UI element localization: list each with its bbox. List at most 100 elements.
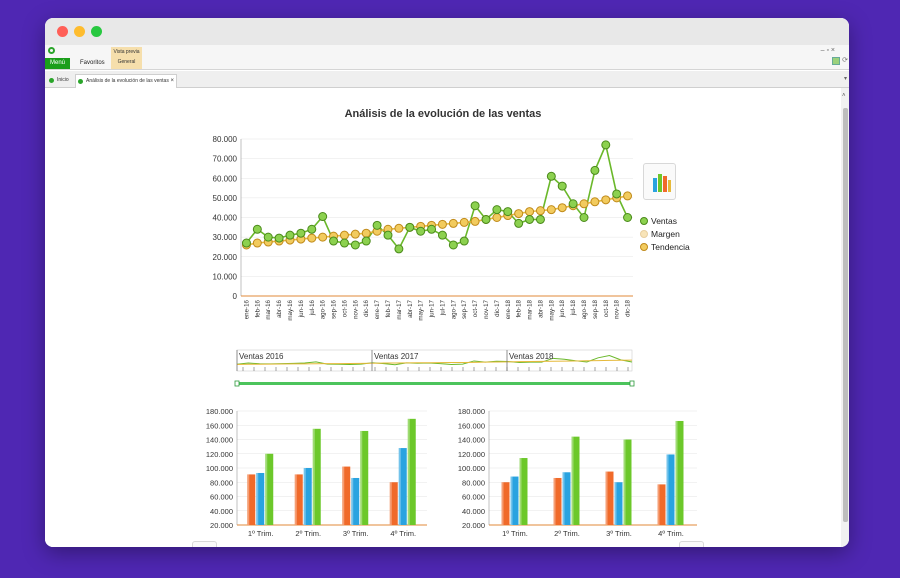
bar-highlight <box>675 420 678 525</box>
vertical-scrollbar[interactable]: ˄ <box>841 88 849 547</box>
category-label: 1º Trim. <box>248 529 274 538</box>
x-tick-label: oct-17 <box>472 299 479 317</box>
x-tick-label: nov-16 <box>352 299 359 318</box>
data-point-ventas <box>459 236 469 246</box>
close-window-button[interactable] <box>57 26 68 37</box>
vista-previa-tab[interactable]: Vista previa General <box>111 47 142 69</box>
y-tick-label: 180.000 <box>458 407 485 416</box>
bar-highlight <box>265 453 268 525</box>
minimize-window-button[interactable] <box>74 26 85 37</box>
navigator-label: Ventas 2017 <box>374 352 419 361</box>
tab-inicio[interactable]: Inicio <box>47 74 74 88</box>
bar-highlight <box>605 471 608 525</box>
document-tabs: Inicio Análisis de la evolución de las v… <box>45 71 849 88</box>
close-icon[interactable]: × <box>170 75 174 88</box>
y-tick-label: 160.000 <box>458 421 485 430</box>
y-tick-label: 120.000 <box>206 450 233 459</box>
maximize-window-button[interactable] <box>91 26 102 37</box>
data-point-ventas <box>350 240 360 250</box>
data-point-ventas <box>437 230 447 240</box>
data-point-margen <box>318 232 328 242</box>
bar-highlight <box>360 430 363 525</box>
data-point-ventas <box>307 224 317 234</box>
y-tick-label: 50.000 <box>213 194 238 203</box>
report-content: Análisis de la evolución de las ventas 0… <box>45 88 841 547</box>
x-tick-label: ene-17 <box>374 299 381 319</box>
data-point-margen <box>525 207 535 217</box>
tab-analisis[interactable]: Análisis de la evolución de las ventas × <box>75 74 177 88</box>
category-label: 2º Trim. <box>554 529 580 538</box>
y-tick-label: 140.000 <box>458 436 485 445</box>
x-tick-label: feb-16 <box>254 299 261 317</box>
chart-settings-button[interactable] <box>643 163 676 200</box>
x-tick-label: mar-18 <box>527 299 534 319</box>
data-point-margen <box>437 219 447 229</box>
chart-type-button-right[interactable] <box>679 541 704 547</box>
x-tick-label: oct-16 <box>341 299 348 317</box>
category-label: 4º Trim. <box>658 529 684 538</box>
legend-marker <box>640 217 648 225</box>
ribbon: Menú Favoritos Vista previa General ‒ ▫ … <box>45 45 849 70</box>
bar-highlight <box>407 418 410 525</box>
bar-highlight <box>351 477 354 525</box>
settings-icon[interactable] <box>832 57 840 65</box>
data-point-margen <box>339 230 349 240</box>
x-tick-label: nov-17 <box>483 299 490 318</box>
data-point-ventas <box>252 224 262 234</box>
y-tick-label: 20.000 <box>210 521 233 530</box>
favoritos-tab[interactable]: Favoritos <box>80 58 105 69</box>
data-point-ventas <box>525 214 535 224</box>
data-point-margen <box>350 229 360 239</box>
refresh-icon[interactable]: ⟳ <box>842 56 848 64</box>
bar-highlight <box>247 474 250 525</box>
x-tick-label: ago-17 <box>450 299 457 319</box>
tabs-menu-icon[interactable]: ▾ <box>844 75 847 82</box>
x-tick-label: feb-18 <box>516 299 523 317</box>
bar-highlight <box>553 477 556 525</box>
x-tick-label: jul-16 <box>309 299 316 316</box>
data-point-ventas <box>590 165 600 175</box>
data-point-margen <box>546 205 556 215</box>
x-tick-label: jul-17 <box>439 299 446 316</box>
data-point-ventas <box>318 212 328 222</box>
x-tick-label: ene-18 <box>505 299 512 319</box>
vista-previa-label: Vista previa <box>113 49 140 55</box>
x-tick-label: sep-17 <box>461 299 468 318</box>
data-point-ventas <box>339 238 349 248</box>
data-point-margen <box>579 199 589 209</box>
window-controls[interactable]: ‒ ▫ × <box>821 47 835 54</box>
data-point-margen <box>252 238 262 248</box>
x-tick-label: dic-17 <box>494 299 501 316</box>
data-point-ventas <box>546 171 556 181</box>
data-point-ventas <box>263 232 273 242</box>
x-tick-label: jun-16 <box>298 299 305 318</box>
scroll-up-icon[interactable]: ˄ <box>842 93 846 99</box>
y-tick-label: 0 <box>233 292 238 301</box>
menu-tab[interactable]: Menú <box>45 58 70 69</box>
scrollbar-thumb[interactable] <box>843 108 848 522</box>
data-point-margen <box>557 203 567 213</box>
data-point-ventas <box>612 189 622 199</box>
bar-highlight <box>256 472 259 525</box>
y-tick-label: 80.000 <box>462 478 485 487</box>
legend-label: Tendencia <box>651 242 690 252</box>
navigator-label: Ventas 2018 <box>509 352 554 361</box>
y-tick-label: 40.000 <box>462 507 485 516</box>
x-tick-label: abr-16 <box>276 299 283 317</box>
y-tick-label: 100.000 <box>458 464 485 473</box>
bar-highlight <box>562 472 565 525</box>
bar-highlight <box>510 476 513 525</box>
chart-type-button-left[interactable] <box>192 541 217 547</box>
category-label: 3º Trim. <box>606 529 632 538</box>
app-logo-icon <box>48 47 55 54</box>
data-point-ventas <box>535 214 545 224</box>
data-point-margen <box>590 197 600 207</box>
y-tick-label: 140.000 <box>206 436 233 445</box>
tab-analisis-label: Análisis de la evolución de las ventas <box>86 78 169 84</box>
data-point-ventas <box>623 213 633 222</box>
data-point-ventas <box>481 214 491 224</box>
title-bar <box>45 18 849 45</box>
data-point-margen <box>623 191 633 201</box>
data-point-ventas <box>405 222 415 232</box>
range-handle-right <box>629 380 635 387</box>
